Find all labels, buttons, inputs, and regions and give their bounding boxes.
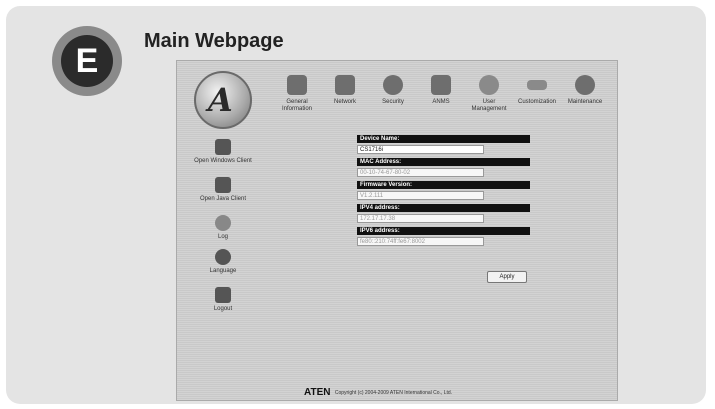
logo-a-icon: A [203, 81, 237, 119]
sidebar-item-log[interactable]: Log [183, 215, 263, 240]
anms-icon [431, 75, 451, 95]
nav-maintenance[interactable]: Maintenance [553, 75, 617, 106]
sidebar-item-label: Open Windows Client [194, 158, 252, 164]
nav-label: Maintenance [567, 99, 603, 105]
footer: ATEN Copyright (c) 2004-2009 ATEN Intern… [304, 387, 452, 398]
main-webpage-screenshot: A General Information Network Security A… [176, 60, 618, 401]
section-letter: E [61, 35, 113, 87]
sidebar-item-language[interactable]: Language [183, 249, 263, 274]
firmware-version-field: V1.2.111 [357, 191, 484, 200]
copyright-text: Copyright (c) 2004-2009 ATEN Internation… [334, 389, 453, 396]
logout-icon [215, 287, 231, 303]
nav-label: Customization [517, 99, 556, 105]
sidebar-item-label: Language [209, 268, 237, 274]
ipv6-address-field: fe80::210:74ff:fe67:8002 [357, 237, 484, 246]
ipv4-address-label: IPV4 address: [357, 204, 530, 212]
maintenance-icon [575, 75, 595, 95]
nav-label: General [286, 99, 308, 105]
customization-icon [527, 80, 547, 90]
nav-label-line2: Information [281, 106, 312, 112]
device-name-input[interactable]: CS1716i [357, 145, 484, 154]
sidebar-item-open-java-client[interactable]: Open Java Client [183, 177, 263, 202]
sidebar-item-label: Open Java Client [199, 196, 247, 202]
aten-brand-logo: ATEN [304, 387, 331, 398]
ipv4-address-field: 172.17.17.38 [357, 214, 484, 223]
sidebar-item-logout[interactable]: Logout [183, 287, 263, 312]
log-icon [215, 215, 231, 231]
ipv6-address-label: IPV6 address: [357, 227, 530, 235]
nav-label: User [482, 99, 496, 105]
nav-label: ANMS [432, 99, 450, 105]
windows-client-icon [215, 139, 231, 155]
device-info-form: Device Name: CS1716i MAC Address: 00-10-… [357, 135, 530, 250]
sidebar-item-label: Logout [213, 306, 233, 312]
sidebar-item-open-windows-client[interactable]: Open Windows Client [183, 139, 263, 164]
network-icon [335, 75, 355, 95]
mac-address-field: 00-10-74-67-80-02 [357, 168, 484, 177]
device-name-label: Device Name: [357, 135, 530, 143]
nav-label: Security [382, 99, 404, 105]
security-icon [383, 75, 403, 95]
mac-address-label: MAC Address: [357, 158, 530, 166]
sidebar-item-label: Log [217, 234, 228, 240]
language-icon [215, 249, 231, 265]
java-client-icon [215, 177, 231, 193]
page-title: Main Webpage [144, 30, 284, 52]
general-information-icon [287, 75, 307, 95]
aten-logo: A [194, 71, 252, 129]
firmware-version-label: Firmware Version: [357, 181, 530, 189]
apply-button[interactable]: Apply [487, 271, 527, 283]
nav-label: Network [333, 99, 356, 105]
user-management-icon [479, 75, 499, 95]
nav-label-line2: Management [471, 106, 507, 112]
section-badge: E [52, 26, 122, 96]
